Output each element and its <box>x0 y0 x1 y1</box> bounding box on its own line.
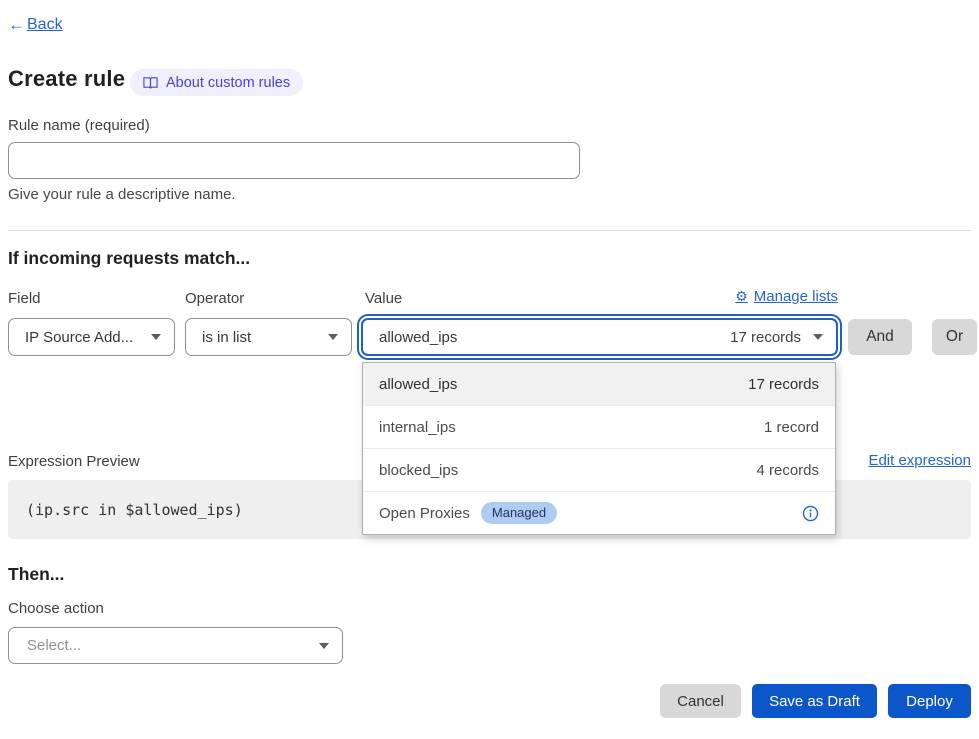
chevron-down-icon <box>319 643 329 649</box>
list-item-internal-ips[interactable]: internal_ips 1 record <box>363 405 835 448</box>
back-label: Back <box>27 16 63 34</box>
then-heading: Then... <box>8 564 64 585</box>
rule-name-helper: Give your rule a descriptive name. <box>8 186 236 203</box>
list-item-allowed-ips[interactable]: allowed_ips 17 records <box>363 363 835 405</box>
save-as-draft-button[interactable]: Save as Draft <box>752 684 877 718</box>
arrow-left-icon: ← <box>8 15 25 35</box>
list-item-blocked-ips[interactable]: blocked_ips 4 records <box>363 448 835 491</box>
action-select[interactable]: Select... <box>8 627 343 664</box>
managed-badge: Managed <box>481 502 557 524</box>
action-select-placeholder: Select... <box>27 637 81 654</box>
or-button[interactable]: Or <box>932 319 977 355</box>
list-item-name: internal_ips <box>379 419 456 436</box>
operator-label: Operator <box>185 290 244 307</box>
list-item-count: 4 records <box>756 462 819 479</box>
manage-lists-link[interactable]: ⚙ Manage lists <box>735 288 838 305</box>
cancel-button[interactable]: Cancel <box>660 684 741 718</box>
create-rule-page: ←Back Create rule About custom rules Rul… <box>0 0 979 739</box>
back-link[interactable]: ←Back <box>8 15 63 35</box>
value-combobox[interactable]: allowed_ips 17 records <box>361 318 838 356</box>
operator-select[interactable]: is in list <box>185 318 352 356</box>
expression-code: (ip.src in $allowed_ips) <box>26 480 243 539</box>
list-item-open-proxies[interactable]: Open Proxies Managed <box>363 491 835 534</box>
chevron-down-icon <box>328 334 338 340</box>
rule-name-input[interactable] <box>8 142 580 179</box>
value-selected-name: allowed_ips <box>379 329 730 346</box>
field-label: Field <box>8 290 41 307</box>
match-section-heading: If incoming requests match... <box>8 248 250 269</box>
list-item-name: Open Proxies <box>379 505 470 522</box>
gear-icon: ⚙ <box>735 288 748 305</box>
book-icon <box>143 76 158 90</box>
value-selected-count: 17 records <box>730 329 801 346</box>
choose-action-label: Choose action <box>8 600 104 617</box>
section-divider <box>8 230 971 231</box>
operator-select-value: is in list <box>202 329 251 346</box>
manage-lists-label: Manage lists <box>754 288 838 305</box>
list-item-count: 17 records <box>748 376 819 393</box>
deploy-button[interactable]: Deploy <box>888 684 971 718</box>
value-label: Value <box>365 290 402 307</box>
about-badge-label: About custom rules <box>166 75 290 91</box>
about-custom-rules-badge[interactable]: About custom rules <box>130 69 303 96</box>
field-select-value: IP Source Add... <box>25 329 133 346</box>
info-icon[interactable] <box>802 505 819 522</box>
list-item-name: allowed_ips <box>379 376 457 393</box>
field-select[interactable]: IP Source Add... <box>8 318 175 356</box>
list-dropdown: allowed_ips 17 records internal_ips 1 re… <box>362 362 836 535</box>
chevron-down-icon <box>151 334 161 340</box>
list-item-name: blocked_ips <box>379 462 458 479</box>
page-title: Create rule <box>8 66 125 92</box>
list-item-count: 1 record <box>764 419 819 436</box>
edit-expression-link[interactable]: Edit expression <box>868 452 971 469</box>
chevron-down-icon <box>813 334 823 340</box>
expression-preview-label: Expression Preview <box>8 453 140 470</box>
rule-name-label: Rule name (required) <box>8 117 150 134</box>
and-button[interactable]: And <box>848 319 912 355</box>
